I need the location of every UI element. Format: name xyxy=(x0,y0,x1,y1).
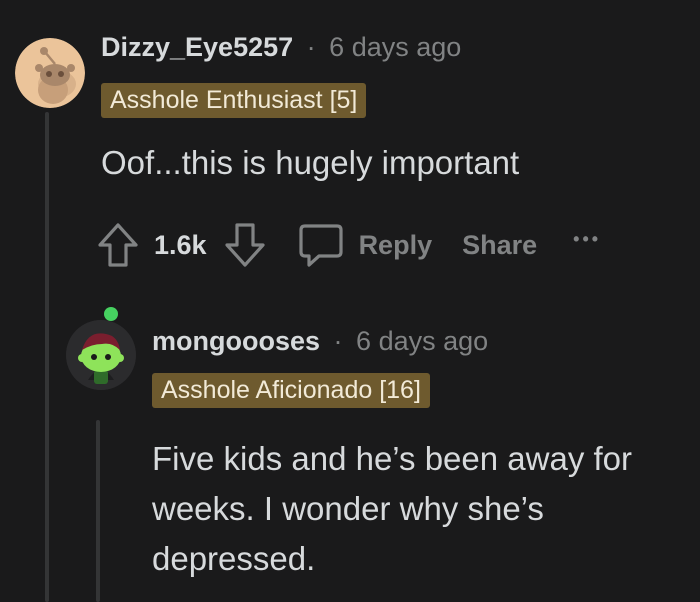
downvote-icon[interactable] xyxy=(223,221,267,269)
timestamp[interactable]: 6 days ago xyxy=(329,32,461,62)
share-button[interactable]: Share xyxy=(462,230,537,261)
thread-line-reply[interactable] xyxy=(96,420,100,602)
comment-meta: mongoooses · 6 days ago xyxy=(152,326,488,357)
comment-bubble-icon[interactable] xyxy=(297,221,345,269)
snoo-default-avatar-icon xyxy=(15,38,85,108)
comment-body: Oof...this is hugely important xyxy=(101,144,520,181)
vote-count: 1.6k xyxy=(154,229,207,260)
username[interactable]: mongoooses xyxy=(152,326,320,356)
avatar[interactable] xyxy=(66,320,136,390)
comment-body-line: depressed. xyxy=(152,540,316,577)
upvote-icon[interactable] xyxy=(96,221,140,269)
avatar[interactable] xyxy=(15,38,85,108)
user-flair: Asshole Enthusiast [5] xyxy=(101,83,367,118)
thread-line-top[interactable] xyxy=(45,112,49,602)
comment-actions: 1.6k Reply Share ••• xyxy=(96,218,601,272)
timestamp[interactable]: 6 days ago xyxy=(356,326,488,356)
user-flair: Asshole Aficionado [16] xyxy=(152,373,430,408)
comment-body: Five kids and he’s been away for weeks. … xyxy=(152,434,632,584)
comment-body-line: Five kids and he’s been away for xyxy=(152,440,632,477)
comment-meta: Dizzy_Eye5257 · 6 days ago xyxy=(101,32,461,63)
more-options-icon[interactable]: ••• xyxy=(573,229,601,250)
username[interactable]: Dizzy_Eye5257 xyxy=(101,32,293,62)
reply-button[interactable]: Reply xyxy=(359,230,433,261)
meta-separator: · xyxy=(306,32,316,62)
online-status-dot xyxy=(104,307,118,321)
snoo-green-avatar-icon xyxy=(66,320,136,390)
comment-body-line: weeks. I wonder why she’s xyxy=(152,490,544,527)
meta-separator: · xyxy=(333,326,343,356)
